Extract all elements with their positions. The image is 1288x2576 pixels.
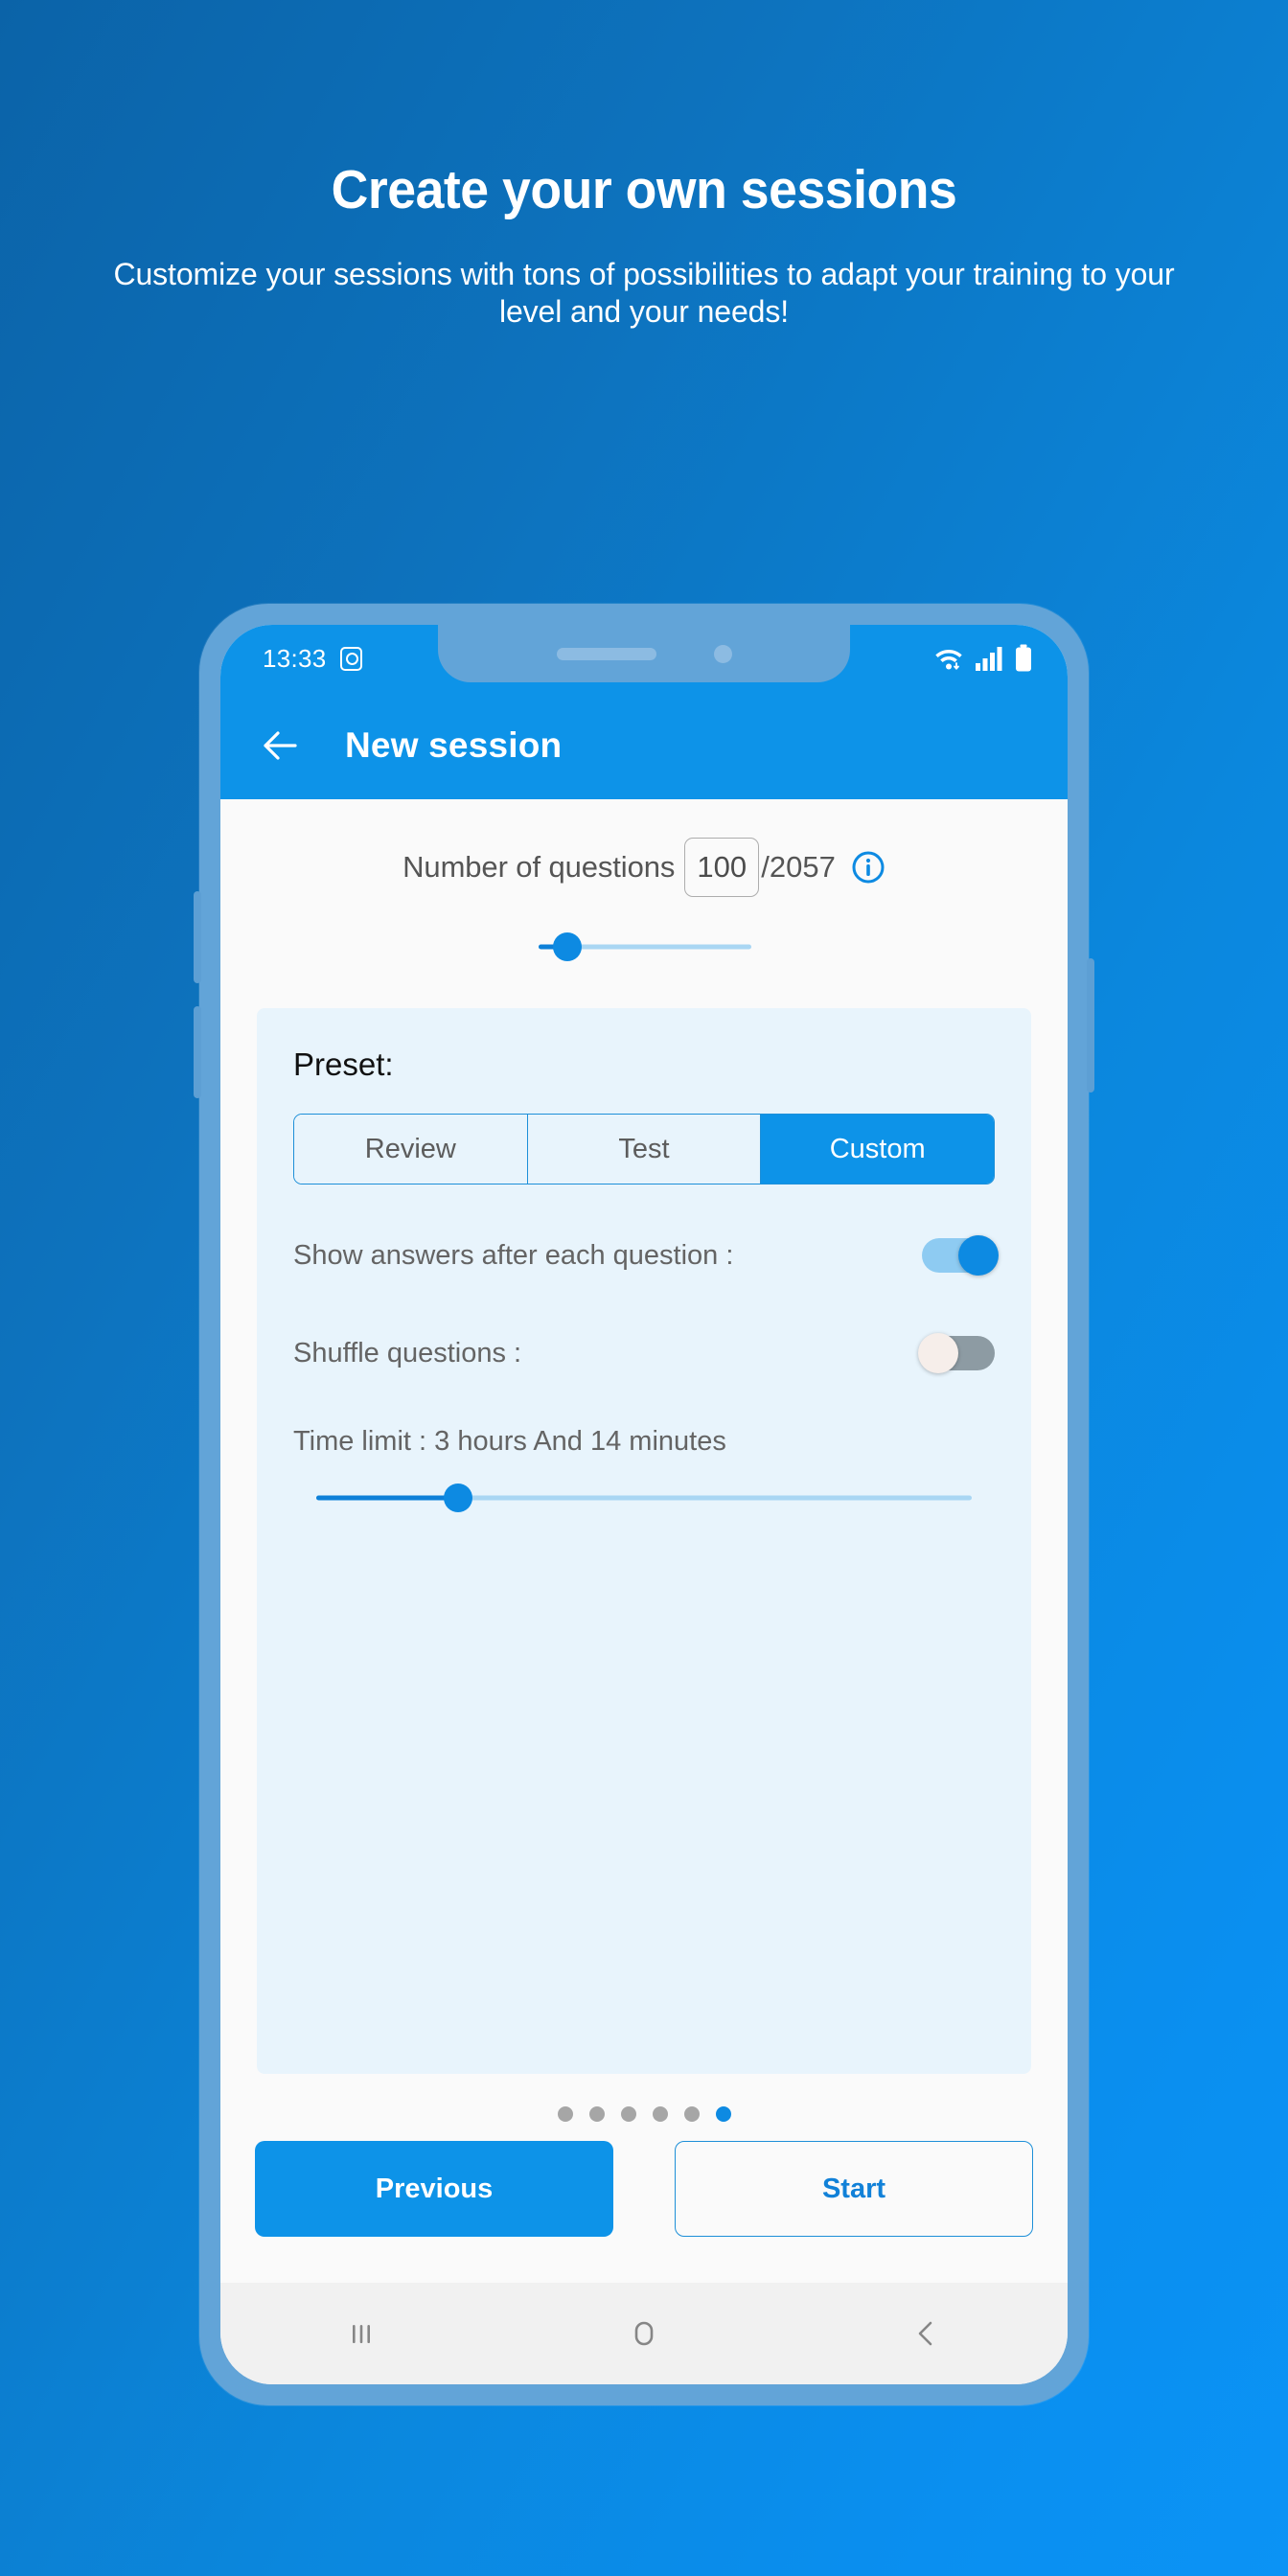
pager-dot[interactable]	[588, 2106, 605, 2122]
volume-down-button[interactable]	[194, 1006, 201, 1098]
slider-fill	[316, 1495, 458, 1501]
pager-dots	[220, 2106, 1068, 2122]
page-title: New session	[345, 725, 563, 765]
slider-thumb[interactable]	[444, 1484, 472, 1512]
time-limit-label: Time limit : 3 hours And 14 minutes	[293, 1426, 726, 1457]
slider-thumb[interactable]	[553, 932, 582, 961]
preset-card: Preset: Review Test Custom Show answers …	[257, 1008, 1031, 2074]
preset-option-custom[interactable]: Custom	[761, 1115, 994, 1184]
questions-row: Number of questions /2057	[220, 838, 1068, 897]
phone-notch	[438, 625, 850, 682]
pager-dot[interactable]	[652, 2106, 668, 2122]
preset-label: Preset:	[293, 1046, 394, 1082]
preset-option-test[interactable]: Test	[527, 1115, 762, 1184]
volume-up-button[interactable]	[194, 891, 201, 983]
start-button[interactable]: Start	[675, 2141, 1033, 2237]
android-nav-bar	[220, 2283, 1068, 2384]
questions-section: Number of questions /2057	[220, 799, 1068, 991]
battery-icon	[1016, 644, 1031, 672]
app-bar: New session	[220, 692, 1068, 799]
questions-count-input[interactable]	[684, 838, 760, 897]
show-answers-label: Show answers after each question :	[293, 1239, 734, 1271]
pager-dot[interactable]	[620, 2106, 636, 2122]
back-icon[interactable]	[892, 2299, 961, 2368]
promo-text-block: Create your own sessions Customize your …	[0, 163, 1288, 331]
questions-slider[interactable]	[220, 928, 1068, 966]
recents-icon[interactable]	[327, 2299, 396, 2368]
toggle-knob	[958, 1235, 999, 1276]
back-arrow-icon[interactable]	[257, 723, 303, 769]
pager-dot[interactable]	[557, 2106, 573, 2122]
shuffle-questions-toggle[interactable]	[918, 1333, 995, 1373]
preset-option-review[interactable]: Review	[294, 1115, 528, 1184]
home-icon[interactable]	[610, 2299, 678, 2368]
speaker-grille	[556, 647, 656, 660]
status-time: 13:33	[263, 643, 327, 673]
questions-total: /2057	[761, 850, 836, 884]
questions-label: Number of questions	[402, 850, 676, 884]
footer-actions: Previous Start	[220, 2122, 1068, 2237]
phone-screen: 13:33 New session Number of questions 10…	[220, 625, 1068, 2384]
phone-mockup: 13:33 New session Number of questions 10…	[194, 604, 1094, 2405]
promo-subtitle: Customize your sessions with tons of pos…	[113, 257, 1175, 330]
option-row-show-answers: Show answers after each question :	[293, 1229, 999, 1282]
power-button[interactable]	[1087, 958, 1094, 1092]
info-icon[interactable]	[851, 850, 886, 885]
wifi-icon	[935, 650, 962, 671]
alarm-icon	[339, 646, 362, 671]
option-row-shuffle: Shuffle questions :	[293, 1326, 995, 1380]
status-bar: 13:33	[220, 625, 1068, 692]
status-bar-left: 13:33	[263, 644, 362, 674]
time-limit-slider[interactable]	[293, 1479, 995, 1517]
signal-icon	[976, 647, 1002, 671]
pager-dot-active[interactable]	[715, 2106, 731, 2122]
shuffle-questions-label: Shuffle questions :	[293, 1337, 522, 1368]
status-bar-right	[933, 644, 1033, 673]
toggle-knob	[918, 1333, 958, 1373]
show-answers-toggle[interactable]	[922, 1235, 999, 1276]
pager-dot[interactable]	[683, 2106, 700, 2122]
promo-headline: Create your own sessions	[331, 159, 957, 220]
front-camera	[713, 644, 732, 663]
previous-button[interactable]: Previous	[255, 2141, 613, 2237]
preset-segmented-control[interactable]: Review Test Custom	[293, 1114, 995, 1184]
